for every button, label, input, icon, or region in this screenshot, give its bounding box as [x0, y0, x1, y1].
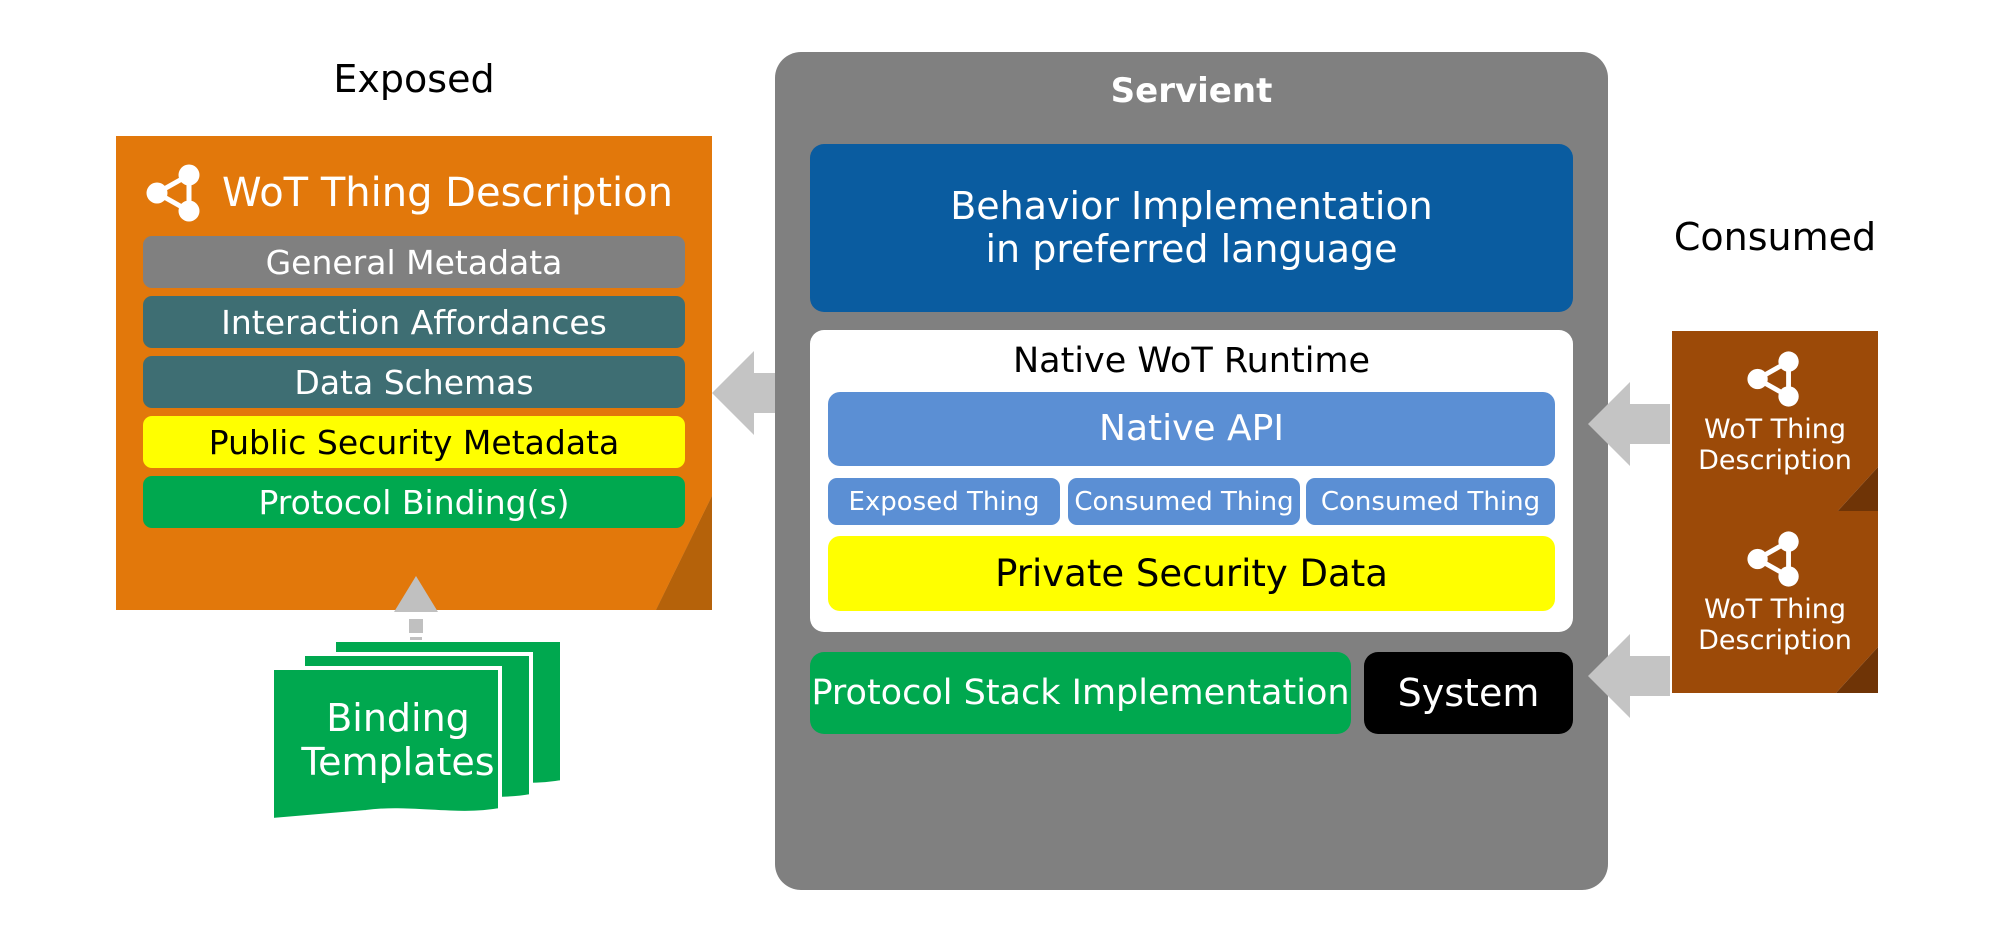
exposed-card-content: WoT Thing Description General Metadata I… [116, 136, 712, 610]
exposed-card-title: WoT Thing Description [222, 170, 673, 216]
exposed-row-interaction-affordances[interactable]: Interaction Affordances [143, 296, 685, 348]
servient-panel[interactable]: Servient Behavior Implementation in pref… [775, 52, 1608, 890]
exposed-row-data-schemas[interactable]: Data Schemas [143, 356, 685, 408]
binding-templates-label-line1: Binding [326, 696, 470, 740]
native-wot-runtime-box[interactable]: Native WoT Runtime Native API Exposed Th… [810, 330, 1573, 632]
system-box[interactable]: System [1364, 652, 1573, 734]
consumed-card-content-1: WoT Thing Description [1672, 331, 1878, 513]
arrow-consumed-td-1-to-servient [1588, 382, 1670, 466]
thing-chip-label: Consumed Thing [1320, 486, 1541, 517]
arrow-consumed-td-2-to-servient [1588, 634, 1670, 718]
consumed-card-label-1: WoT Thing Description [1698, 414, 1852, 477]
consumed-card-line2: Description [1698, 624, 1852, 656]
wot-share-triangle-icon [1747, 531, 1799, 587]
wot-share-triangle-icon [1747, 351, 1799, 407]
consumed-thing-chip-1[interactable]: Consumed Thing [1068, 478, 1300, 525]
exposed-row-label: General Metadata [265, 242, 563, 282]
consumed-thing-chip-2[interactable]: Consumed Thing [1306, 478, 1555, 525]
protocol-stack-label: Protocol Stack Implementation [811, 672, 1350, 713]
exposed-caption: Exposed [333, 57, 495, 101]
behavior-implementation-box[interactable]: Behavior Implementation in preferred lan… [810, 144, 1573, 312]
diagram-canvas: Exposed WoT Thing Description General Me… [0, 0, 2000, 943]
consumed-thing-description-card-1[interactable]: WoT Thing Description [1672, 331, 1878, 513]
private-security-data-box[interactable]: Private Security Data [828, 536, 1555, 611]
thing-chip-label: Exposed Thing [848, 486, 1040, 517]
servient-title: Servient [1110, 71, 1273, 111]
native-wot-runtime-title: Native WoT Runtime [1012, 341, 1371, 381]
private-security-data-label: Private Security Data [995, 552, 1388, 595]
binding-templates-stack[interactable]: Binding Templates [270, 638, 564, 845]
native-api-label: Native API [1099, 408, 1284, 449]
thing-chip-label: Consumed Thing [1074, 486, 1294, 517]
consumed-card-content-2: WoT Thing Description [1672, 511, 1878, 693]
exposed-row-label: Data Schemas [294, 362, 534, 402]
protocol-stack-implementation-box[interactable]: Protocol Stack Implementation [810, 652, 1351, 734]
exposed-row-label: Public Security Metadata [208, 422, 620, 462]
exposed-row-general-metadata[interactable]: General Metadata [143, 236, 685, 288]
consumed-card-line2: Description [1698, 444, 1852, 476]
consumed-card-label-2: WoT Thing Description [1698, 594, 1852, 657]
exposed-row-public-security-metadata[interactable]: Public Security Metadata [143, 416, 685, 468]
exposed-card-title-row: WoT Thing Description [144, 152, 684, 234]
consumed-card-line1: WoT Thing [1703, 414, 1847, 445]
binding-templates-label-line2: Templates [301, 740, 495, 785]
exposed-row-protocol-bindings[interactable]: Protocol Binding(s) [143, 476, 685, 528]
system-label: System [1397, 671, 1540, 715]
exposed-thing-chip[interactable]: Exposed Thing [828, 478, 1060, 525]
behavior-line-2: in preferred language [985, 227, 1398, 271]
binding-templates-label: Binding Templates [272, 696, 524, 784]
wot-share-triangle-icon [146, 164, 200, 222]
behavior-line-1: Behavior Implementation [950, 184, 1433, 229]
exposed-row-label: Interaction Affordances [221, 302, 607, 342]
arrow-binding-templates-to-exposed [394, 576, 438, 640]
exposed-thing-description-card[interactable]: WoT Thing Description General Metadata I… [116, 136, 712, 610]
native-api-box[interactable]: Native API [828, 392, 1555, 466]
exposed-row-label: Protocol Binding(s) [258, 482, 570, 522]
consumed-caption: Consumed [1673, 215, 1877, 259]
consumed-card-line1: WoT Thing [1703, 594, 1847, 625]
consumed-thing-description-card-2[interactable]: WoT Thing Description [1672, 511, 1878, 693]
